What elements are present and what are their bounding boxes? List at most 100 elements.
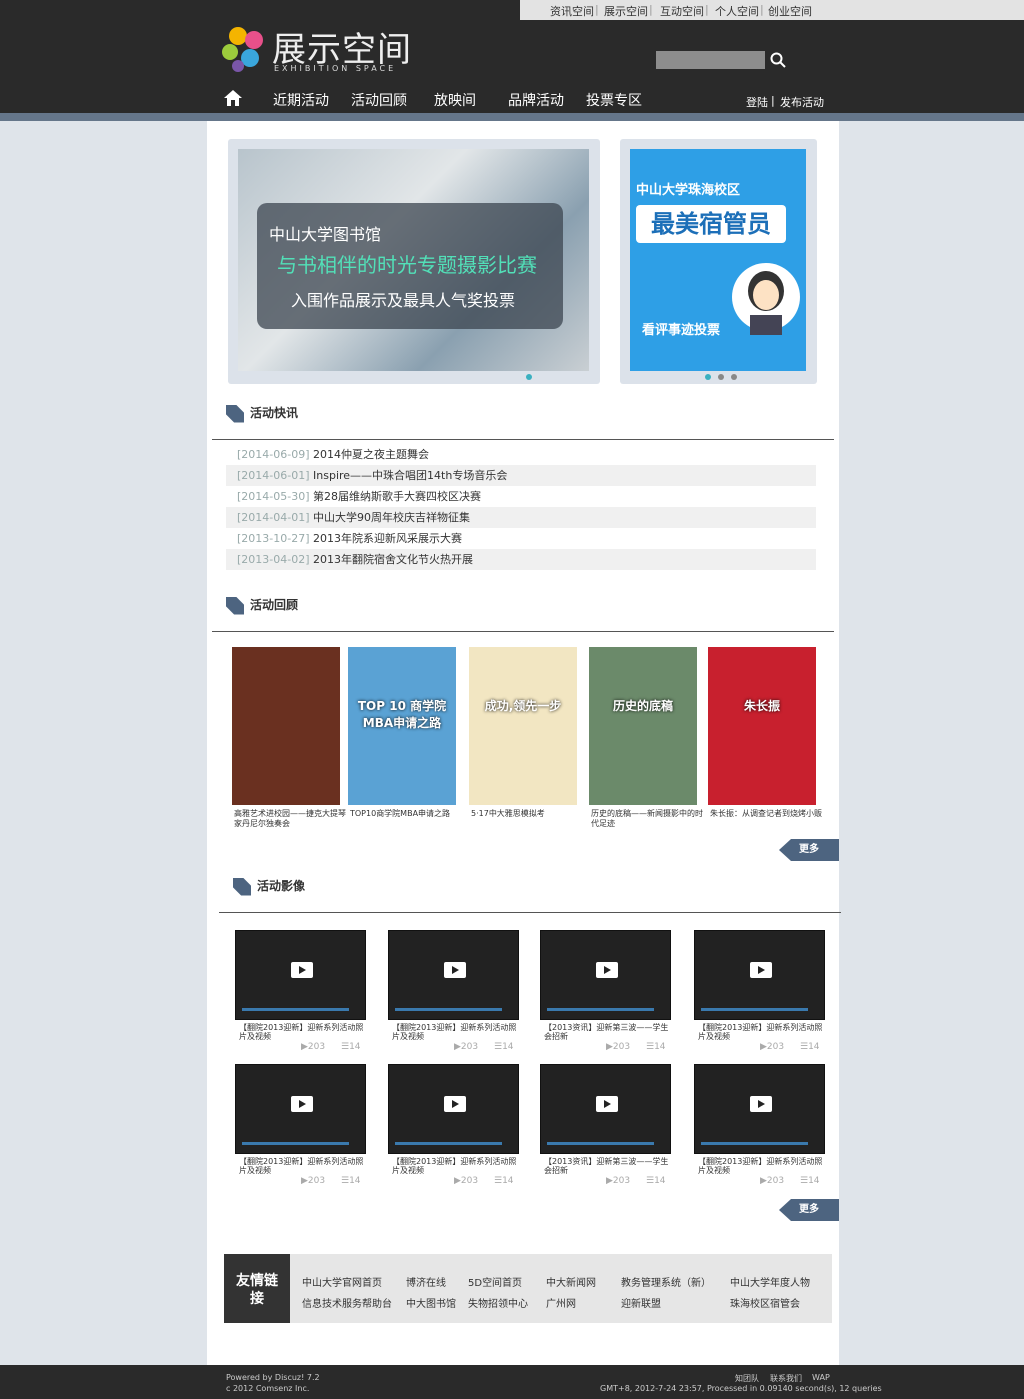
news-title[interactable]: 第28届维纳斯歌手大赛四校区决赛 <box>313 490 481 503</box>
news-title[interactable]: 2014仲夏之夜主题舞会 <box>313 448 429 461</box>
video-thumbnail[interactable] <box>540 930 671 1020</box>
friend-link[interactable]: 中山大学官网首页 <box>302 1274 382 1289</box>
news-title[interactable]: 2013年院系迎新风采展示大赛 <box>313 532 462 545</box>
more-button[interactable]: 更多 <box>779 839 839 861</box>
friend-link[interactable]: 中大图书馆 <box>406 1295 456 1310</box>
more-button[interactable]: 更多 <box>779 1199 839 1221</box>
friend-link[interactable]: 广州网 <box>546 1295 576 1310</box>
logo-flower-icon[interactable] <box>220 24 270 74</box>
poster-caption[interactable]: 历史的底稿——新闻摄影中的时代足迹 <box>591 809 703 829</box>
slide-dot[interactable] <box>705 374 711 380</box>
search-icon[interactable] <box>770 52 786 68</box>
play-icon[interactable] <box>750 962 772 978</box>
play-icon[interactable] <box>596 962 618 978</box>
video-thumbnail[interactable] <box>388 1064 519 1154</box>
news-item[interactable]: [2014-04-01] 中山大学90周年校庆吉祥物征集 <box>226 507 816 528</box>
play-icon[interactable] <box>750 1096 772 1112</box>
play-icon[interactable] <box>291 1096 313 1112</box>
slide-dot[interactable] <box>731 374 737 380</box>
news-date: [2013-10-27] <box>237 532 314 545</box>
poster-image[interactable]: 朱长振 <box>708 647 816 805</box>
progress-bar <box>242 1008 349 1011</box>
divider: | <box>705 3 709 16</box>
video-caption[interactable]: 【翻院2013迎新】迎新系列活动照片及视频 <box>698 1023 830 1041</box>
banner-right[interactable]: 中山大学珠海校区 最美宿管员 看评事迹投票 <box>620 139 817 384</box>
nav-vote[interactable]: 投票专区 <box>586 90 642 110</box>
poster-image[interactable]: 历史的底稿 <box>589 647 697 805</box>
news-title[interactable]: Inspire——中珠合唱团14th专场音乐会 <box>313 469 507 482</box>
poster-caption[interactable]: TOP10商学院MBA申请之路 <box>350 809 462 819</box>
video-caption[interactable]: 【翻院2013迎新】迎新系列活动照片及视频 <box>392 1157 524 1175</box>
view-count: ▶203 <box>454 1176 479 1186</box>
home-icon[interactable] <box>223 89 243 107</box>
topnav-interact[interactable]: 互动空间 <box>660 3 704 19</box>
comment-count: ☰14 <box>494 1176 514 1186</box>
poster-image[interactable]: 成功,领先一步 <box>469 647 577 805</box>
login-link[interactable]: 登陆 <box>746 94 768 110</box>
footer-link[interactable]: 知团队 <box>735 1373 759 1384</box>
friend-link[interactable]: 博济在线 <box>406 1274 446 1289</box>
poster-caption[interactable]: 朱长振：从调查记者到烧烤小贩 <box>710 809 822 819</box>
banner-left[interactable]: 中山大学图书馆 与书相伴的时光专题摄影比赛 入围作品展示及最具人气奖投票 <box>228 139 600 384</box>
video-thumbnail[interactable] <box>540 1064 671 1154</box>
section-news-title: 活动快讯 <box>226 404 298 423</box>
divider <box>212 631 834 632</box>
poster-image[interactable]: TOP 10 商学院MBA申请之路 <box>348 647 456 805</box>
banner-headline: 最美宿管员 <box>636 205 786 243</box>
news-item[interactable]: [2014-06-01] Inspire——中珠合唱团14th专场音乐会 <box>226 465 816 486</box>
news-date: [2014-04-01] <box>237 511 314 524</box>
poster-caption[interactable]: 高雅艺术进校园——捷克大提琴家丹尼尔独奏会 <box>234 809 346 829</box>
video-caption[interactable]: 【翻院2013迎新】迎新系列活动照片及视频 <box>239 1023 371 1041</box>
video-thumbnail[interactable] <box>388 930 519 1020</box>
post-activity-link[interactable]: 发布活动 <box>780 94 824 110</box>
play-icon[interactable] <box>596 1096 618 1112</box>
video-thumbnail[interactable] <box>235 1064 366 1154</box>
video-caption[interactable]: 【翻院2013迎新】迎新系列活动照片及视频 <box>239 1157 371 1175</box>
nav-recent[interactable]: 近期活动 <box>273 90 329 110</box>
video-thumbnail[interactable] <box>694 1064 825 1154</box>
nav-review[interactable]: 活动回顾 <box>351 90 407 110</box>
video-caption[interactable]: 【翻院2013迎新】迎新系列活动照片及视频 <box>392 1023 524 1041</box>
news-item[interactable]: [2013-04-02] 2013年翻院宿舍文化节火热开展 <box>226 549 816 570</box>
view-count: ▶203 <box>760 1042 785 1052</box>
friend-link[interactable]: 中大新闻网 <box>546 1274 596 1289</box>
news-title[interactable]: 2013年翻院宿舍文化节火热开展 <box>313 553 473 566</box>
footer-link[interactable]: WAP <box>812 1373 830 1382</box>
news-item[interactable]: [2014-06-09] 2014仲夏之夜主题舞会 <box>226 444 816 465</box>
video-caption[interactable]: 【2013资讯】迎新第三波——学生会招新 <box>544 1157 676 1175</box>
arrow-down-right-icon <box>226 596 244 615</box>
slide-dot[interactable] <box>718 374 724 380</box>
friend-link[interactable]: 中山大学年度人物 <box>730 1274 810 1289</box>
video-caption[interactable]: 【2013资讯】迎新第三波——学生会招新 <box>544 1023 676 1041</box>
friend-link[interactable]: 失物招领中心 <box>468 1295 528 1310</box>
play-icon[interactable] <box>291 962 313 978</box>
footer-link[interactable]: 联系我们 <box>770 1373 802 1384</box>
banner-title-1: 中山大学图书馆 <box>269 225 382 244</box>
links-label: 友情链接 <box>224 1254 290 1323</box>
topnav-exhibit[interactable]: 展示空间 <box>604 3 648 19</box>
news-title[interactable]: 中山大学90周年校庆吉祥物征集 <box>313 511 470 524</box>
search-input[interactable] <box>656 51 765 69</box>
news-item[interactable]: [2013-10-27] 2013年院系迎新风采展示大赛 <box>226 528 816 549</box>
friend-link[interactable]: 珠海校区宿管会 <box>730 1295 800 1310</box>
topnav-personal[interactable]: 个人空间 <box>715 3 759 19</box>
video-thumbnail[interactable] <box>235 930 366 1020</box>
poster-image[interactable] <box>232 647 340 805</box>
divider: | <box>649 3 653 16</box>
friend-link[interactable]: 信息技术服务帮助台 <box>302 1295 392 1310</box>
nav-screening[interactable]: 放映间 <box>434 90 476 110</box>
video-thumbnail[interactable] <box>694 930 825 1020</box>
slide-dot[interactable] <box>526 374 532 380</box>
friend-link[interactable]: 5D空间首页 <box>468 1274 522 1289</box>
video-caption[interactable]: 【翻院2013迎新】迎新系列活动照片及视频 <box>698 1157 830 1175</box>
news-date: [2014-06-09] <box>237 448 314 461</box>
topnav-startup[interactable]: 创业空间 <box>768 3 812 19</box>
poster-caption[interactable]: 5·17中大雅思模拟考 <box>471 809 583 819</box>
friend-link[interactable]: 迎新联盟 <box>621 1295 661 1310</box>
play-icon[interactable] <box>444 1096 466 1112</box>
play-icon[interactable] <box>444 962 466 978</box>
nav-brand[interactable]: 品牌活动 <box>508 90 564 110</box>
topnav-news[interactable]: 资讯空间 <box>550 3 594 19</box>
friend-link[interactable]: 教务管理系统（新） <box>621 1274 711 1289</box>
news-item[interactable]: [2014-05-30] 第28届维纳斯歌手大赛四校区决赛 <box>226 486 816 507</box>
